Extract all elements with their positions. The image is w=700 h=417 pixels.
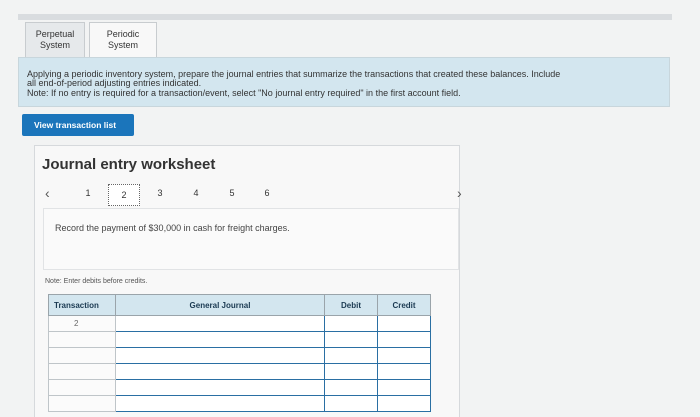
table-row — [48, 395, 431, 412]
debits-note: Note: Enter debits before credits. — [45, 278, 148, 285]
account-field[interactable] — [115, 331, 325, 348]
transaction-cell — [48, 347, 116, 364]
table-row — [48, 363, 431, 380]
view-transaction-list-button[interactable]: View transaction list — [22, 114, 134, 136]
instructions-panel: Applying a periodic inventory system, pr… — [18, 57, 670, 107]
debit-field[interactable] — [324, 363, 378, 380]
account-field[interactable] — [115, 347, 325, 364]
credit-field[interactable] — [377, 379, 431, 396]
page-1[interactable]: 1 — [78, 188, 98, 198]
tab-label-line2: System — [39, 40, 70, 50]
credit-field[interactable] — [377, 363, 431, 380]
journal-entry-worksheet: Journal entry worksheet ‹ 1 2 3 4 5 6 › … — [34, 145, 462, 417]
page-4[interactable]: 4 — [186, 188, 206, 198]
page-6[interactable]: 6 — [257, 188, 277, 198]
transaction-cell: 2 — [48, 315, 116, 332]
header-credit: Credit — [377, 294, 431, 316]
table-header-row: Transaction General Journal Debit Credit — [48, 294, 431, 316]
header-general-journal: General Journal — [115, 294, 325, 316]
chevron-left-icon[interactable]: ‹ — [45, 185, 50, 201]
transaction-cell — [48, 395, 116, 412]
instructions-line2: all end-of-period adjusting entries indi… — [27, 78, 202, 88]
debit-field[interactable] — [324, 315, 378, 332]
table-row: 2 — [48, 315, 431, 332]
tab-label-line1: Periodic — [106, 29, 140, 39]
account-field[interactable] — [115, 363, 325, 380]
table-row — [48, 331, 431, 348]
tab-label-line1: Perpetual — [35, 29, 75, 39]
table-row — [48, 379, 431, 396]
account-field[interactable] — [115, 395, 325, 412]
journal-table: Transaction General Journal Debit Credit… — [48, 294, 431, 412]
transaction-cell — [48, 363, 116, 380]
account-field[interactable] — [115, 315, 325, 332]
table-row — [48, 347, 431, 364]
record-text: Record the payment of $30,000 in cash fo… — [55, 223, 290, 233]
credit-field[interactable] — [377, 347, 431, 364]
page-5[interactable]: 5 — [222, 188, 242, 198]
tab-label-line2: System — [107, 40, 138, 50]
debit-field[interactable] — [324, 395, 378, 412]
debit-field[interactable] — [324, 379, 378, 396]
transaction-description-box: Record the payment of $30,000 in cash fo… — [43, 208, 459, 270]
account-field[interactable] — [115, 379, 325, 396]
transaction-cell — [48, 331, 116, 348]
page-3[interactable]: 3 — [150, 188, 170, 198]
page-2[interactable]: 2 — [108, 184, 140, 206]
credit-field[interactable] — [377, 315, 431, 332]
credit-field[interactable] — [377, 395, 431, 412]
chevron-right-icon[interactable]: › — [457, 185, 462, 201]
header-debit: Debit — [324, 294, 378, 316]
transaction-cell — [48, 379, 116, 396]
debit-field[interactable] — [324, 331, 378, 348]
worksheet-title: Journal entry worksheet — [42, 156, 216, 173]
debit-field[interactable] — [324, 347, 378, 364]
top-divider — [18, 14, 672, 20]
credit-field[interactable] — [377, 331, 431, 348]
instructions-note: Note: If no entry is required for a tran… — [27, 88, 461, 98]
header-transaction: Transaction — [48, 294, 116, 316]
